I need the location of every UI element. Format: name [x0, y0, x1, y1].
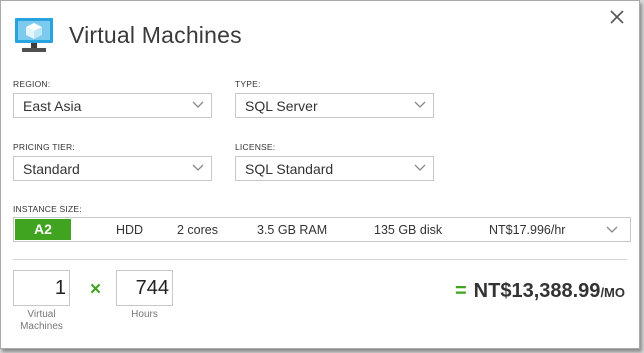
pricing-tier-value: Standard [23, 161, 80, 177]
license-select[interactable]: SQL Standard [235, 156, 434, 181]
instance-size-select[interactable]: A2 HDD 2 cores 3.5 GB RAM 135 GB disk NT… [13, 217, 631, 242]
chevron-down-icon [192, 101, 204, 108]
type-label: TYPE: [235, 79, 261, 89]
pricing-tier-label: PRICING TIER: [13, 142, 75, 152]
instance-ram: 3.5 GB RAM [257, 223, 328, 237]
pricing-tier-select[interactable]: Standard [13, 156, 212, 181]
instance-price: NT$17.996/hr [489, 223, 566, 237]
license-label: LICENSE: [235, 142, 276, 152]
chevron-down-icon [414, 164, 426, 171]
instance-storage: HDD [116, 223, 144, 237]
total-amount: NT$13,388.99 [473, 280, 601, 302]
vm-count-label-line1: Virtual [27, 309, 56, 320]
region-select[interactable]: East Asia [13, 93, 212, 118]
hours-input[interactable]: 744 [116, 270, 173, 306]
chevron-down-icon [606, 226, 618, 233]
multiply-sign: × [90, 279, 102, 300]
chevron-down-icon [192, 164, 204, 171]
hours-label: Hours [131, 309, 158, 320]
page-title: Virtual Machines [69, 22, 242, 48]
type-value: SQL Server [245, 98, 318, 114]
license-value: SQL Standard [245, 161, 334, 177]
region-label: REGION: [13, 79, 51, 89]
close-icon[interactable] [609, 9, 625, 25]
instance-tier-badge: A2 [15, 219, 71, 240]
divider [13, 259, 627, 260]
pricing-dialog: Virtual Machines REGION: East Asia TYPE:… [0, 0, 640, 349]
vm-count-label-line2: Machines [20, 321, 63, 332]
total-unit: /MO [600, 285, 625, 300]
type-select[interactable]: SQL Server [235, 93, 434, 118]
chevron-down-icon [414, 101, 426, 108]
instance-cores: 2 cores [177, 223, 218, 237]
region-value: East Asia [23, 98, 82, 114]
vm-count-label: Virtual Machines [13, 309, 70, 333]
equals-sign: = [454, 280, 467, 302]
virtual-machine-icon [15, 18, 53, 52]
vm-count-input[interactable]: 1 [13, 270, 70, 306]
instance-size-label: INSTANCE SIZE: [13, 204, 82, 214]
monthly-total: = NT$13,388.99/MO [455, 280, 625, 303]
instance-disk: 135 GB disk [374, 223, 443, 237]
